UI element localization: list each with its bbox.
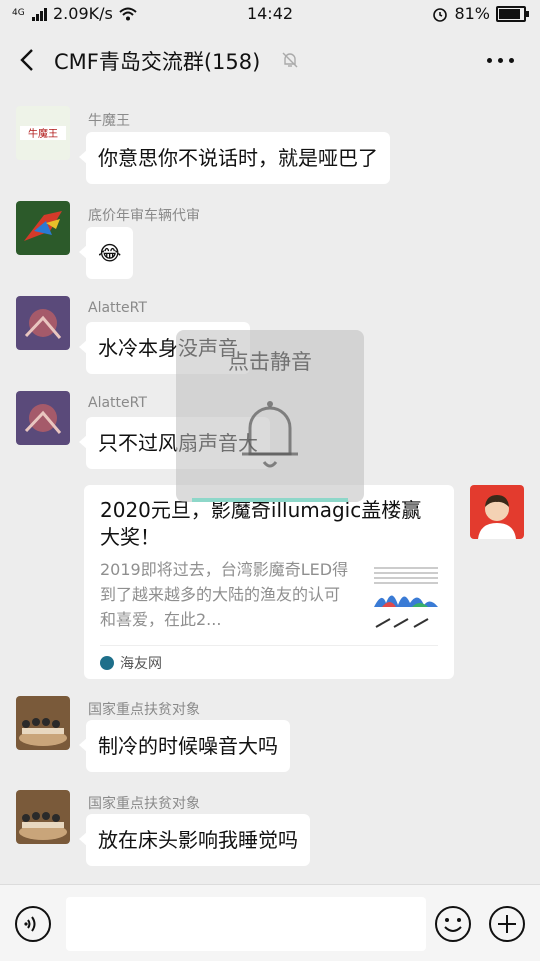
- card-divider: [100, 645, 438, 646]
- battery-fill: [499, 8, 521, 19]
- message-input[interactable]: [66, 897, 426, 951]
- sender-name: 国家重点扶贫对象: [88, 796, 200, 812]
- avatar[interactable]: 牛魔王: [16, 106, 70, 160]
- card-thumbnail: [372, 561, 440, 631]
- sender-name: 底价年审车辆代审: [88, 208, 200, 224]
- battery-percent: 81%: [454, 4, 490, 23]
- mute-toast[interactable]: 点击静音: [176, 330, 364, 502]
- alarm-icon: [433, 7, 448, 22]
- battery-icon: [496, 5, 529, 22]
- message-bubble[interactable]: 😂: [78, 227, 134, 279]
- card-source-name: 海友网: [120, 656, 162, 672]
- message-bubble[interactable]: 制冷的时候噪音大吗: [79, 720, 290, 772]
- back-arrow-icon[interactable]: [14, 46, 42, 74]
- chat-title: CMF青岛交流群(158): [54, 50, 261, 74]
- message-bubble[interactable]: 你意思你不说话时，就是哑巴了: [79, 132, 390, 184]
- voice-icon[interactable]: [14, 905, 52, 943]
- status-right: 81%: [432, 4, 529, 23]
- message-bubble[interactable]: 放在床头影响我睡觉吗: [79, 814, 310, 866]
- card-source: 海友网: [100, 653, 162, 673]
- sender-name: AlatteRT: [88, 300, 147, 316]
- card-title: 2020元旦，影魔奇illumagic盖楼赢大奖！: [100, 498, 422, 549]
- emoji-icon[interactable]: [434, 905, 472, 943]
- avatar[interactable]: [16, 696, 70, 750]
- mute-bell-icon: [282, 52, 298, 68]
- plus-icon[interactable]: [488, 905, 526, 943]
- sender-name: AlatteRT: [88, 395, 147, 411]
- avatar[interactable]: [16, 201, 70, 255]
- status-bar: 4G 2.09K/s 14:42 81%: [0, 0, 540, 30]
- avatar[interactable]: [16, 790, 70, 844]
- avatar[interactable]: [16, 391, 70, 445]
- my-avatar[interactable]: [470, 485, 524, 539]
- shared-link-card[interactable]: 2020元旦，影魔奇illumagic盖楼赢大奖！ 2019即将过去，台湾影魔奇…: [84, 485, 454, 679]
- more-icon[interactable]: [487, 58, 514, 63]
- card-description: 2019即将过去，台湾影魔奇LED得到了越来越多的大陆的渔友的认可和喜爱，在此2…: [100, 560, 349, 629]
- toast-label: 点击静音: [228, 350, 312, 374]
- avatar[interactable]: [16, 296, 70, 350]
- chat-header: CMF青岛交流群(158): [0, 30, 540, 90]
- svg-text:牛魔王: 牛魔王: [28, 127, 58, 140]
- bell-icon: [242, 401, 298, 468]
- source-logo-icon: [100, 656, 114, 670]
- sender-name: 牛魔王: [88, 113, 130, 129]
- sender-name: 国家重点扶贫对象: [88, 702, 200, 718]
- toast-progress-bar: [192, 498, 348, 502]
- input-bar: [0, 884, 540, 961]
